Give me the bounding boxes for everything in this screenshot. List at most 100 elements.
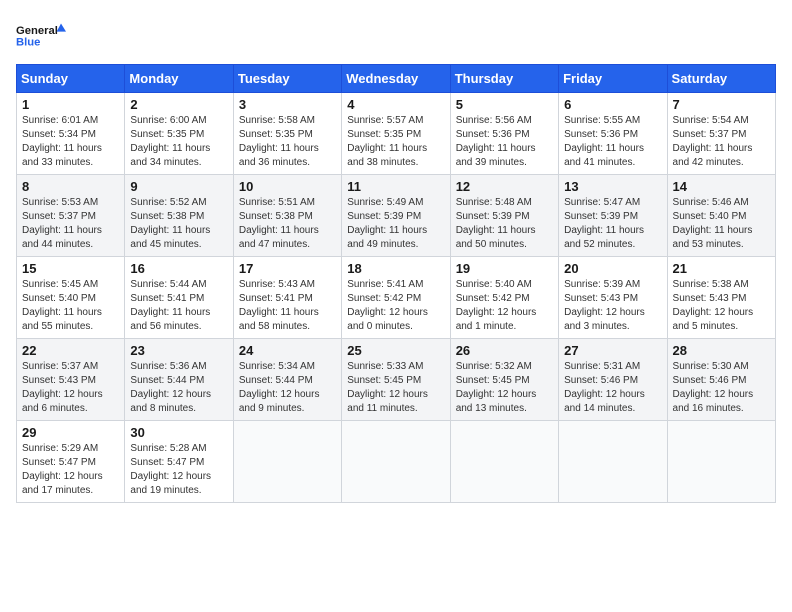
day-number: 17	[239, 261, 336, 276]
day-number: 15	[22, 261, 119, 276]
day-info: Sunrise: 5:34 AM Sunset: 5:44 PM Dayligh…	[239, 360, 336, 416]
calendar-cell	[450, 421, 558, 503]
day-info: Sunrise: 5:43 AM Sunset: 5:41 PM Dayligh…	[239, 278, 336, 334]
day-number: 21	[673, 261, 770, 276]
calendar-cell: 13 Sunrise: 5:47 AM Sunset: 5:39 PM Dayli…	[559, 175, 667, 257]
day-info: Sunrise: 5:56 AM Sunset: 5:36 PM Dayligh…	[456, 114, 553, 170]
calendar-cell: 15 Sunrise: 5:45 AM Sunset: 5:40 PM Dayli…	[17, 257, 125, 339]
calendar-cell: 8 Sunrise: 5:53 AM Sunset: 5:37 PM Daylig…	[17, 175, 125, 257]
day-info: Sunrise: 5:32 AM Sunset: 5:45 PM Dayligh…	[456, 360, 553, 416]
day-info: Sunrise: 6:01 AM Sunset: 5:34 PM Dayligh…	[22, 114, 119, 170]
day-number: 24	[239, 343, 336, 358]
day-info: Sunrise: 5:51 AM Sunset: 5:38 PM Dayligh…	[239, 196, 336, 252]
day-info: Sunrise: 5:30 AM Sunset: 5:46 PM Dayligh…	[673, 360, 770, 416]
day-number: 13	[564, 179, 661, 194]
day-number: 30	[130, 425, 227, 440]
calendar-cell: 22 Sunrise: 5:37 AM Sunset: 5:43 PM Dayli…	[17, 339, 125, 421]
calendar-cell: 14Sunrise: 5:46 AM Sunset: 5:40 PM Dayli…	[667, 175, 775, 257]
day-info: Sunrise: 5:33 AM Sunset: 5:45 PM Dayligh…	[347, 360, 444, 416]
day-number: 27	[564, 343, 661, 358]
calendar-cell: 4 Sunrise: 5:57 AM Sunset: 5:35 PM Daylig…	[342, 93, 450, 175]
day-number: 7	[673, 97, 770, 112]
day-info: Sunrise: 5:46 AM Sunset: 5:40 PM Dayligh…	[673, 196, 770, 252]
day-info: Sunrise: 5:36 AM Sunset: 5:44 PM Dayligh…	[130, 360, 227, 416]
calendar-cell: 20 Sunrise: 5:39 AM Sunset: 5:43 PM Dayli…	[559, 257, 667, 339]
day-number: 22	[22, 343, 119, 358]
day-number: 8	[22, 179, 119, 194]
day-number: 18	[347, 261, 444, 276]
calendar-cell: 18 Sunrise: 5:41 AM Sunset: 5:42 PM Dayli…	[342, 257, 450, 339]
calendar-cell	[667, 421, 775, 503]
header-row: SundayMondayTuesdayWednesdayThursdayFrid…	[17, 65, 776, 93]
day-number: 19	[456, 261, 553, 276]
calendar-cell: 6 Sunrise: 5:55 AM Sunset: 5:36 PM Daylig…	[559, 93, 667, 175]
day-info: Sunrise: 5:28 AM Sunset: 5:47 PM Dayligh…	[130, 442, 227, 498]
calendar-cell: 19 Sunrise: 5:40 AM Sunset: 5:42 PM Dayli…	[450, 257, 558, 339]
day-number: 3	[239, 97, 336, 112]
calendar-table: SundayMondayTuesdayWednesdayThursdayFrid…	[16, 64, 776, 503]
week-row-1: 1 Sunrise: 6:01 AM Sunset: 5:34 PM Daylig…	[17, 93, 776, 175]
week-row-4: 22 Sunrise: 5:37 AM Sunset: 5:43 PM Dayli…	[17, 339, 776, 421]
day-number: 29	[22, 425, 119, 440]
day-info: Sunrise: 5:52 AM Sunset: 5:38 PM Dayligh…	[130, 196, 227, 252]
calendar-cell	[233, 421, 341, 503]
calendar-cell: 11 Sunrise: 5:49 AM Sunset: 5:39 PM Dayli…	[342, 175, 450, 257]
logo-svg: General Blue	[16, 16, 66, 56]
day-number: 1	[22, 97, 119, 112]
day-number: 10	[239, 179, 336, 194]
day-number: 25	[347, 343, 444, 358]
day-number: 16	[130, 261, 227, 276]
day-info: Sunrise: 5:53 AM Sunset: 5:37 PM Dayligh…	[22, 196, 119, 252]
calendar-cell: 27 Sunrise: 5:31 AM Sunset: 5:46 PM Dayli…	[559, 339, 667, 421]
calendar-cell: 16Sunrise: 5:44 AM Sunset: 5:41 PM Dayli…	[125, 257, 233, 339]
day-number: 5	[456, 97, 553, 112]
day-info: Sunrise: 5:57 AM Sunset: 5:35 PM Dayligh…	[347, 114, 444, 170]
day-info: Sunrise: 5:45 AM Sunset: 5:40 PM Dayligh…	[22, 278, 119, 334]
calendar-cell	[342, 421, 450, 503]
logo: General Blue	[16, 16, 66, 56]
calendar-cell: 5 Sunrise: 5:56 AM Sunset: 5:36 PM Daylig…	[450, 93, 558, 175]
day-info: Sunrise: 5:39 AM Sunset: 5:43 PM Dayligh…	[564, 278, 661, 334]
day-info: Sunrise: 5:29 AM Sunset: 5:47 PM Dayligh…	[22, 442, 119, 498]
day-number: 20	[564, 261, 661, 276]
day-number: 11	[347, 179, 444, 194]
day-info: Sunrise: 5:31 AM Sunset: 5:46 PM Dayligh…	[564, 360, 661, 416]
day-info: Sunrise: 5:37 AM Sunset: 5:43 PM Dayligh…	[22, 360, 119, 416]
calendar-cell: 1 Sunrise: 6:01 AM Sunset: 5:34 PM Daylig…	[17, 93, 125, 175]
day-number: 23	[130, 343, 227, 358]
calendar-cell: 3Sunrise: 5:58 AM Sunset: 5:35 PM Daylig…	[233, 93, 341, 175]
day-info: Sunrise: 5:55 AM Sunset: 5:36 PM Dayligh…	[564, 114, 661, 170]
calendar-cell: 12 Sunrise: 5:48 AM Sunset: 5:39 PM Dayli…	[450, 175, 558, 257]
day-number: 6	[564, 97, 661, 112]
week-row-3: 15 Sunrise: 5:45 AM Sunset: 5:40 PM Dayli…	[17, 257, 776, 339]
day-number: 2	[130, 97, 227, 112]
day-header-saturday: Saturday	[667, 65, 775, 93]
calendar-cell: 29 Sunrise: 5:29 AM Sunset: 5:47 PM Dayli…	[17, 421, 125, 503]
day-header-thursday: Thursday	[450, 65, 558, 93]
day-info: Sunrise: 5:40 AM Sunset: 5:42 PM Dayligh…	[456, 278, 553, 334]
day-number: 26	[456, 343, 553, 358]
day-header-wednesday: Wednesday	[342, 65, 450, 93]
calendar-cell: 23 Sunrise: 5:36 AM Sunset: 5:44 PM Dayli…	[125, 339, 233, 421]
week-row-2: 8 Sunrise: 5:53 AM Sunset: 5:37 PM Daylig…	[17, 175, 776, 257]
calendar-cell: 25 Sunrise: 5:33 AM Sunset: 5:45 PM Dayli…	[342, 339, 450, 421]
day-number: 12	[456, 179, 553, 194]
day-info: Sunrise: 5:41 AM Sunset: 5:42 PM Dayligh…	[347, 278, 444, 334]
calendar-cell: 28 Sunrise: 5:30 AM Sunset: 5:46 PM Dayli…	[667, 339, 775, 421]
calendar-cell: 7Sunrise: 5:54 AM Sunset: 5:37 PM Daylig…	[667, 93, 775, 175]
calendar-cell: 24 Sunrise: 5:34 AM Sunset: 5:44 PM Dayli…	[233, 339, 341, 421]
day-header-sunday: Sunday	[17, 65, 125, 93]
svg-text:Blue: Blue	[16, 36, 40, 48]
calendar-cell	[559, 421, 667, 503]
day-info: Sunrise: 5:48 AM Sunset: 5:39 PM Dayligh…	[456, 196, 553, 252]
day-header-monday: Monday	[125, 65, 233, 93]
calendar-cell: 26 Sunrise: 5:32 AM Sunset: 5:45 PM Dayli…	[450, 339, 558, 421]
page-header: General Blue	[16, 16, 776, 56]
day-number: 9	[130, 179, 227, 194]
calendar-cell: 9 Sunrise: 5:52 AM Sunset: 5:38 PM Daylig…	[125, 175, 233, 257]
day-number: 28	[673, 343, 770, 358]
day-number: 4	[347, 97, 444, 112]
day-info: Sunrise: 5:47 AM Sunset: 5:39 PM Dayligh…	[564, 196, 661, 252]
day-info: Sunrise: 5:49 AM Sunset: 5:39 PM Dayligh…	[347, 196, 444, 252]
calendar-cell: 21Sunrise: 5:38 AM Sunset: 5:43 PM Dayli…	[667, 257, 775, 339]
